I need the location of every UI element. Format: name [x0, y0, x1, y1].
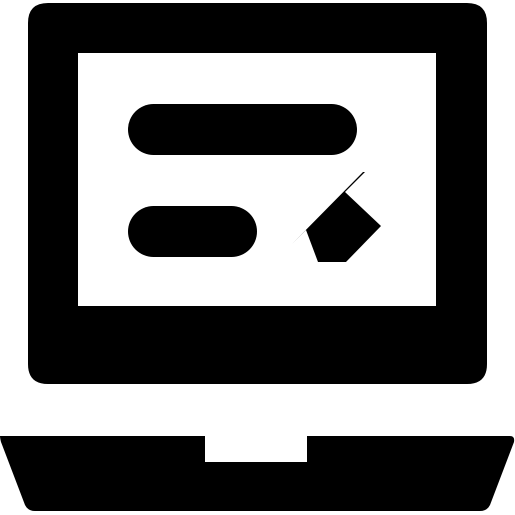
laptop-cursor-svg [0, 3, 515, 511]
cursor-arrow-icon [292, 172, 381, 262]
laptop-cursor-icon [0, 0, 515, 515]
screen-text-line-long [128, 104, 357, 155]
screen-text-line-short [128, 206, 257, 257]
laptop-screen-frame [28, 3, 487, 384]
laptop-base [0, 436, 515, 511]
